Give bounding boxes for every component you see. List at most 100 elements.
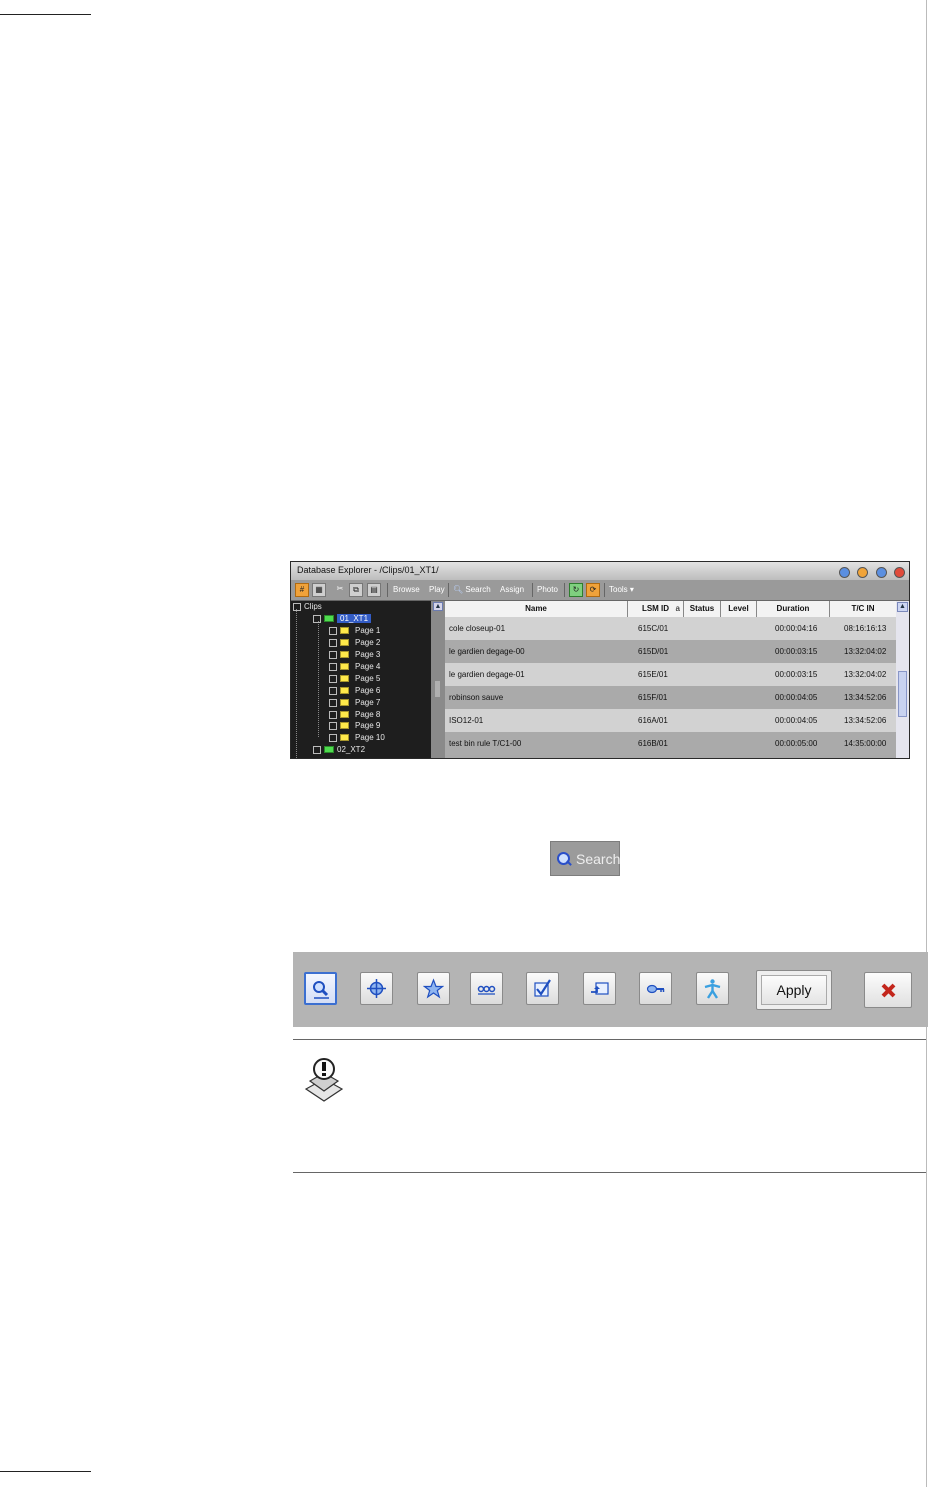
expand-icon[interactable] bbox=[329, 674, 337, 683]
hash-icon[interactable]: # bbox=[295, 583, 309, 597]
tree-guide bbox=[318, 621, 319, 737]
cell-lsm-id: 615F/01 bbox=[638, 693, 668, 702]
table-row[interactable]: test bin rule T/C1-00 616B/01 00:00:05:0… bbox=[445, 732, 896, 755]
table-row[interactable]: le gardien degage-00 615D/01 00:00:03:15… bbox=[445, 640, 896, 663]
folder-icon bbox=[340, 651, 349, 659]
copy-icon[interactable]: ⧉ bbox=[349, 583, 363, 597]
apply-button[interactable]: Apply bbox=[756, 970, 832, 1010]
cut-icon[interactable]: ✂ bbox=[333, 583, 347, 597]
tree-root[interactable]: Clips bbox=[293, 602, 322, 611]
table-row[interactable]: le gardien degage-01 615E/01 00:00:03:15… bbox=[445, 663, 896, 686]
margin-line bbox=[926, 0, 927, 1487]
search-toolbar-label: Search bbox=[465, 585, 491, 594]
cancel-search-button[interactable] bbox=[864, 972, 912, 1008]
column-header-tc-in[interactable]: T/C IN bbox=[830, 601, 896, 617]
collapse-icon[interactable] bbox=[293, 602, 301, 611]
person-icon bbox=[704, 979, 721, 999]
clip-folder-icon bbox=[324, 615, 334, 623]
table-row[interactable]: cole closeup-01 615C/01 00:00:04:16 08:1… bbox=[445, 617, 896, 640]
assign-button[interactable]: Assign bbox=[500, 583, 524, 597]
cell-tc-in: 13:34:52:06 bbox=[844, 716, 887, 725]
column-header-level[interactable]: Level bbox=[721, 601, 757, 617]
collapse-icon[interactable] bbox=[313, 614, 321, 623]
expand-icon[interactable] bbox=[329, 638, 337, 647]
tree-item-selected[interactable]: 01_XT1 bbox=[313, 614, 372, 623]
expand-icon[interactable] bbox=[329, 710, 337, 719]
search-by-keyword-button[interactable] bbox=[583, 972, 616, 1005]
cell-duration: 00:00:04:05 bbox=[775, 693, 818, 702]
expand-icon[interactable] bbox=[313, 745, 321, 754]
tree-item-page[interactable]: Page 6 bbox=[329, 686, 380, 695]
tree-item[interactable]: 02_XT2 bbox=[313, 745, 365, 754]
grid-scrollbar[interactable]: ▲ bbox=[896, 601, 909, 758]
expand-icon[interactable] bbox=[329, 733, 337, 742]
cell-lsm-id: 615E/01 bbox=[638, 670, 668, 679]
cell-name: cole closeup-01 bbox=[449, 624, 506, 633]
tree-item-page[interactable]: Page 9 bbox=[329, 721, 380, 730]
search-by-key-button[interactable] bbox=[639, 972, 672, 1005]
note-bottom-rule bbox=[293, 1172, 926, 1173]
cell-lsm-id: 616A/01 bbox=[638, 716, 668, 725]
table-row[interactable]: robinson sauve 615F/01 00:00:04:05 13:34… bbox=[445, 686, 896, 709]
dropdown-arrow-icon: ▾ bbox=[629, 585, 634, 594]
scroll-up-icon[interactable]: ▲ bbox=[897, 602, 908, 612]
column-header-status[interactable]: Status bbox=[684, 601, 721, 617]
search-by-person-button[interactable] bbox=[696, 972, 729, 1005]
tree-item-page[interactable]: Page 4 bbox=[329, 662, 380, 671]
window-maximize-icon[interactable] bbox=[875, 567, 887, 578]
scroll-up-icon[interactable]: ▲ bbox=[433, 602, 443, 611]
tree-item-page[interactable]: Page 7 bbox=[329, 698, 380, 707]
toolbar-separator bbox=[604, 583, 605, 597]
tree-scrollbar[interactable]: ▲ bbox=[431, 601, 445, 758]
tree-item-page[interactable]: Page 2 bbox=[329, 638, 380, 647]
splitter-grip[interactable] bbox=[435, 681, 440, 697]
window-back-icon[interactable] bbox=[838, 567, 850, 578]
tree-item-page[interactable]: Page 8 bbox=[329, 710, 380, 719]
search-button[interactable]: Search bbox=[550, 841, 620, 876]
scroll-thumb[interactable] bbox=[898, 671, 907, 717]
cell-tc-in: 14:35:00:00 bbox=[844, 739, 887, 748]
expand-icon[interactable] bbox=[329, 662, 337, 671]
cell-duration: 00:00:04:05 bbox=[775, 716, 818, 725]
explorer-toolbar: # ▦ ✂ ⧉ ▤ Browse Play 🔍︎ Search Assign P… bbox=[291, 580, 909, 601]
folder-icon bbox=[340, 699, 349, 707]
expand-icon[interactable] bbox=[329, 686, 337, 695]
search-toolbar: Apply bbox=[293, 952, 928, 1027]
toolbar-separator bbox=[448, 583, 449, 597]
target-icon bbox=[367, 979, 386, 998]
tree-item-page[interactable]: Page 3 bbox=[329, 650, 380, 659]
database-explorer-window: Database Explorer - /Clips/01_XT1/ # ▦ ✂… bbox=[290, 561, 910, 759]
expand-icon[interactable] bbox=[329, 721, 337, 730]
expand-icon[interactable] bbox=[329, 650, 337, 659]
window-minimize-icon[interactable] bbox=[857, 567, 869, 578]
expand-icon[interactable] bbox=[329, 698, 337, 707]
browse-button[interactable]: Browse bbox=[393, 583, 420, 597]
search-by-check-button[interactable] bbox=[526, 972, 559, 1005]
expand-icon[interactable] bbox=[329, 626, 337, 635]
paste-icon[interactable]: ▤ bbox=[367, 583, 381, 597]
refresh-icon[interactable]: ↻ bbox=[569, 583, 583, 597]
search-toolbar-button[interactable]: 🔍︎ Search bbox=[453, 583, 491, 597]
search-by-rating-button[interactable] bbox=[417, 972, 450, 1005]
tree-item-page[interactable]: Page 1 bbox=[329, 626, 380, 635]
tree-item-page[interactable]: Page 5 bbox=[329, 674, 380, 683]
table-row[interactable]: ISO12-01 616A/01 00:00:04:05 13:34:52:06 bbox=[445, 709, 896, 732]
tree-item-page[interactable]: Page 10 bbox=[329, 733, 385, 742]
search-by-link-button[interactable] bbox=[470, 972, 503, 1005]
grid-header: Name LSM ID a Status Level Duration T/C … bbox=[445, 601, 896, 618]
cell-tc-in: 13:32:04:02 bbox=[844, 647, 887, 656]
column-header-name[interactable]: Name bbox=[445, 601, 628, 617]
window-close-icon[interactable] bbox=[894, 567, 905, 578]
tools-menu[interactable]: Tools ▾ bbox=[609, 583, 634, 597]
note-warning-icon bbox=[304, 1057, 344, 1108]
sync-icon[interactable]: ⟳ bbox=[586, 583, 600, 597]
play-button[interactable]: Play bbox=[429, 583, 445, 597]
window-title: Database Explorer - /Clips/01_XT1/ bbox=[297, 565, 439, 575]
column-header-duration[interactable]: Duration bbox=[757, 601, 830, 617]
search-by-target-button[interactable] bbox=[360, 972, 393, 1005]
view-menu-icon[interactable]: ▦ bbox=[312, 583, 326, 597]
top-rule bbox=[0, 14, 91, 15]
photo-button[interactable]: Photo bbox=[537, 583, 558, 597]
search-by-name-button[interactable] bbox=[304, 972, 337, 1005]
column-header-lsm-id[interactable]: LSM ID a bbox=[628, 601, 684, 617]
